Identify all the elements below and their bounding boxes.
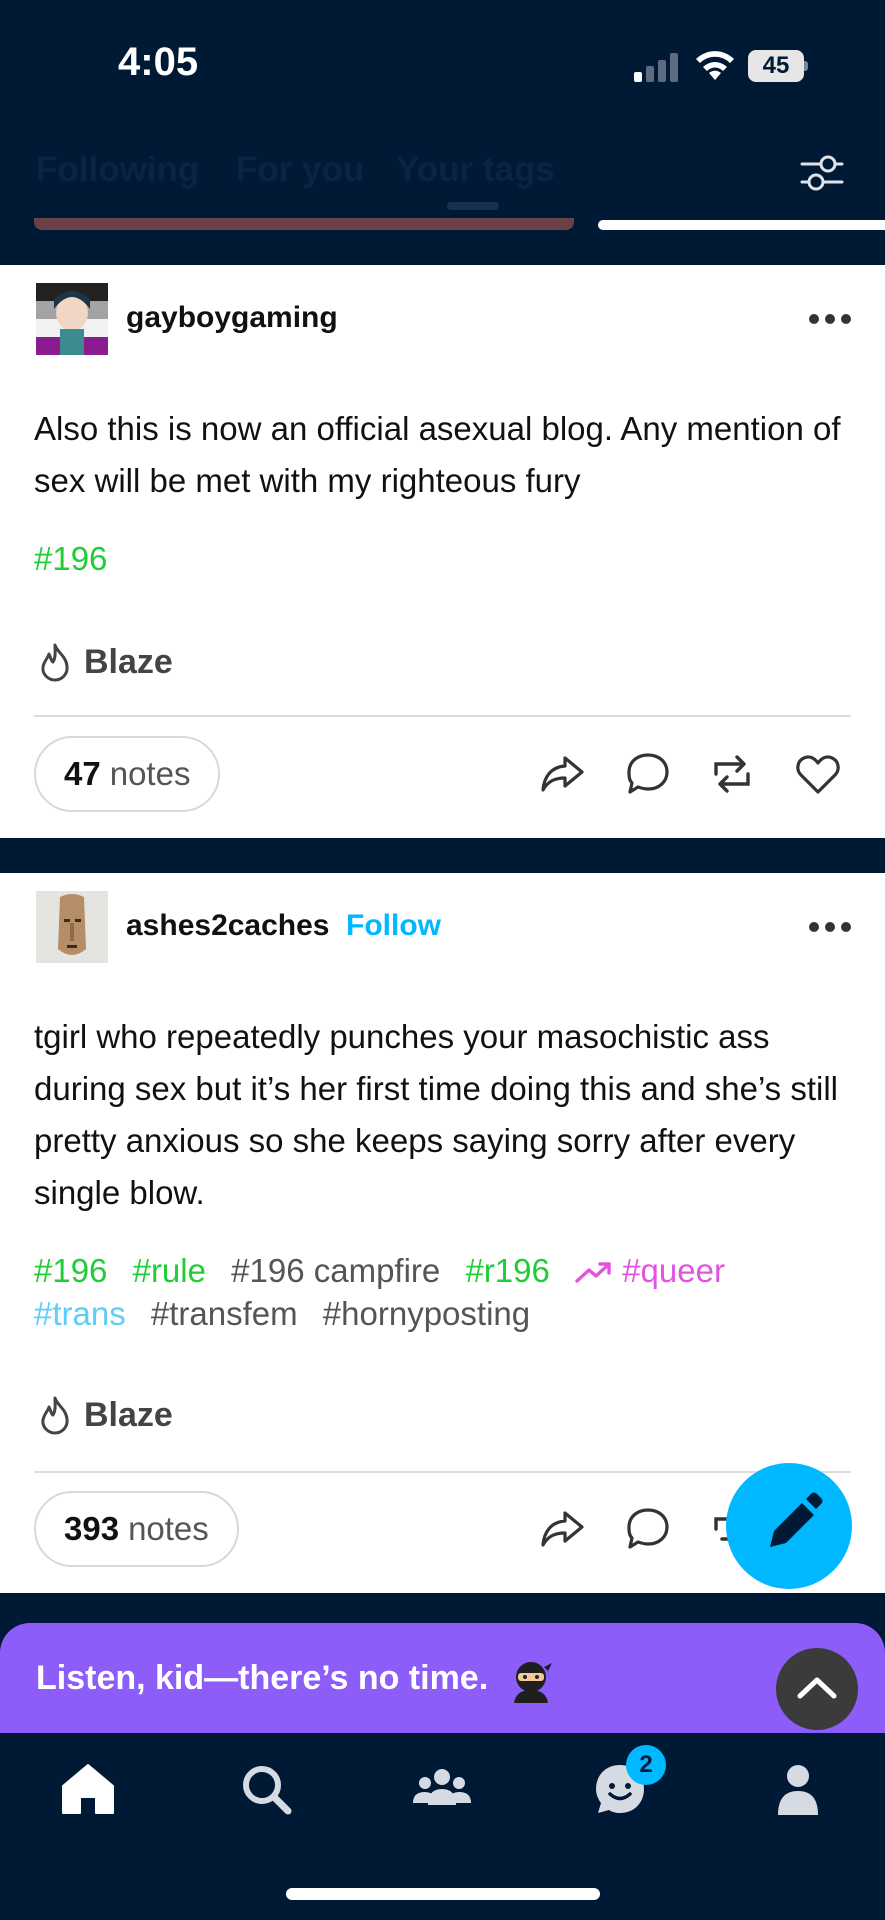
promo-text: Listen, kid—there’s no time. [36,1658,489,1697]
blaze-button[interactable]: Blaze [36,640,173,684]
promo-banner[interactable]: Listen, kid—there’s no time. [0,1623,885,1733]
share-icon[interactable] [538,1505,586,1553]
tab-your-tags[interactable]: Your tags [396,150,555,190]
tag-trans-flag[interactable]: #trans [34,1295,126,1332]
scroll-to-top-button[interactable] [776,1648,858,1730]
status-time: 4:05 [118,40,199,84]
battery-level: 45 [762,52,790,79]
flame-icon [41,1396,69,1435]
reblog-icon[interactable] [708,750,756,798]
tag-list: #196 #rule #196 campfire #r196 #queer #t… [34,1249,855,1335]
notes-label: notes [109,755,191,792]
like-icon[interactable] [794,750,842,798]
active-tab-indicator [447,202,499,210]
tag-list: #196 [34,537,855,580]
blaze-button[interactable]: Blaze [36,1393,173,1437]
username[interactable]: ashes2caches [126,909,330,943]
wifi-icon [696,51,734,80]
compose-post-button[interactable] [726,1463,852,1589]
chip-partial-right [598,220,885,230]
tab-for-you[interactable]: For you [236,150,364,190]
search-icon[interactable] [236,1759,296,1819]
tag[interactable]: #196 [34,1252,107,1289]
follow-button[interactable]: Follow [346,909,441,943]
communities-icon[interactable] [412,1759,472,1819]
username[interactable]: gayboygaming [126,301,338,335]
more-options-icon[interactable] [809,312,853,326]
pencil-icon [770,1492,823,1547]
chevron-up-icon [797,1677,837,1699]
notes-button[interactable]: 47 notes [34,736,221,812]
trending-icon [575,1262,611,1283]
cellular-signal-icon [634,52,680,82]
avatar[interactable] [36,283,108,355]
ninja-icon [513,1662,552,1703]
avatar[interactable] [36,891,108,963]
tag[interactable]: #196 [34,540,107,577]
more-options-icon[interactable] [809,920,853,934]
tag[interactable]: #queer [622,1252,725,1289]
flame-icon [41,643,69,682]
battery-icon: 45 [748,50,808,82]
comment-icon[interactable] [624,1505,672,1553]
filter-settings-icon[interactable] [800,150,844,194]
tag[interactable]: #rule [133,1252,206,1289]
chip-partial [34,218,574,230]
notes-label: notes [128,1510,209,1547]
post-card: gayboygaming Also this is now an officia… [0,265,885,838]
promo-text-wrap: Listen, kid—there’s no time. [36,1657,554,1703]
blaze-label: Blaze [84,642,173,681]
home-indicator[interactable] [286,1888,600,1900]
tab-following[interactable]: Following [36,150,199,190]
notes-count: 393 [64,1510,120,1547]
feed-tabs: Following For you Your tags [0,140,885,230]
home-icon[interactable] [58,1759,118,1819]
post-text: Also this is now an official asexual blo… [34,410,841,499]
tag[interactable]: #hornyposting [323,1295,530,1332]
blaze-label: Blaze [84,1395,173,1434]
account-icon[interactable] [768,1759,828,1819]
tag[interactable]: #transfem [151,1295,298,1332]
divider [34,715,851,717]
comment-icon[interactable] [624,750,672,798]
notification-badge: 2 [626,1745,666,1785]
tag[interactable]: #196 campfire [231,1252,440,1289]
post-text: tgirl who repeatedly punches your masoch… [34,1018,839,1211]
status-bar: 4:05 45 [0,0,885,130]
notes-count: 47 [64,755,101,792]
notes-button[interactable]: 393 notes [34,1491,239,1567]
share-icon[interactable] [538,750,586,798]
tag[interactable]: #r196 [465,1252,549,1289]
